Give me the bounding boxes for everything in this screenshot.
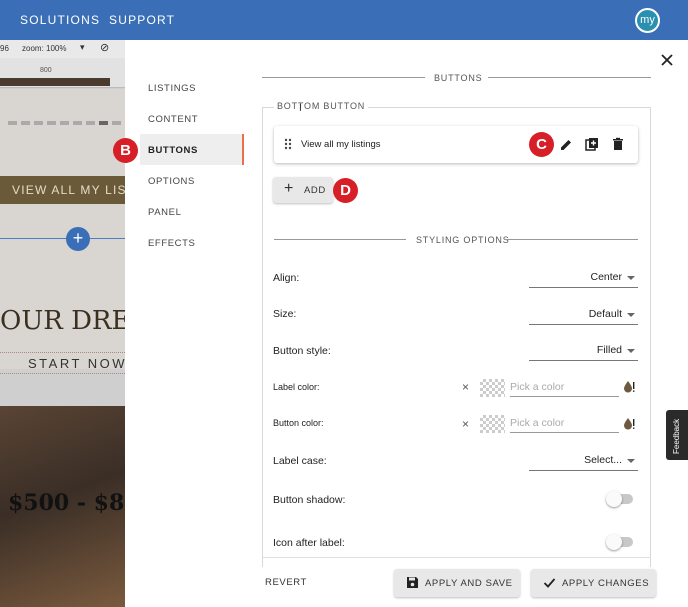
divider-line xyxy=(274,239,406,240)
button-shadow-label: Button shadow: xyxy=(273,494,346,506)
chevron-down-icon[interactable]: ▾ xyxy=(80,42,85,53)
apply-and-save-label: APPLY AND SAVE xyxy=(425,578,513,589)
add-button[interactable]: + ADD xyxy=(273,177,333,203)
apply-changes-label: APPLY CHANGES xyxy=(562,578,650,589)
section-title-styling-options: STYLING OPTIONS xyxy=(416,235,510,245)
delete-icon[interactable] xyxy=(611,137,625,151)
view-all-listings-bar: VIEW ALL MY LISTINGS xyxy=(0,176,125,204)
close-icon[interactable] xyxy=(659,52,675,68)
section-title-buttons: BUTTONS xyxy=(434,73,483,83)
icon-after-label-label: Icon after label: xyxy=(273,537,345,549)
button-color-input[interactable] xyxy=(510,413,619,433)
nav-item-effects[interactable]: EFFECTS xyxy=(140,227,244,258)
button-style-select[interactable]: Filled xyxy=(529,341,638,361)
callout-b: B xyxy=(113,138,138,163)
clear-icon[interactable]: × xyxy=(462,417,469,431)
button-style-label: Button style: xyxy=(273,345,331,357)
nav-item-buttons[interactable]: BUTTONS xyxy=(140,134,244,165)
apply-changes-button[interactable]: APPLY CHANGES xyxy=(531,569,656,597)
divider-line xyxy=(262,77,425,78)
feedback-label: Feedback xyxy=(672,418,681,454)
background-page-preview: 96 zoom: 100% ▾ ⊘ 800 VIEW ALL MY LISTIN… xyxy=(0,40,125,607)
section-divider-line xyxy=(0,238,125,239)
label-color-input[interactable] xyxy=(510,377,619,397)
price-range: $500 - $800 xyxy=(8,490,125,516)
button-color-swatch[interactable] xyxy=(480,415,505,433)
edit-icon[interactable] xyxy=(559,138,573,152)
nav-support[interactable]: SUPPORT xyxy=(109,13,175,27)
divider-line xyxy=(488,77,651,78)
duplicate-icon[interactable] xyxy=(585,137,599,151)
button-shadow-toggle[interactable] xyxy=(606,491,634,507)
footer-divider xyxy=(262,557,651,558)
header-image-strip xyxy=(0,78,110,86)
user-avatar[interactable]: my xyxy=(635,8,660,33)
no-grid-icon[interactable]: ⊘ xyxy=(100,41,109,54)
apply-and-save-button[interactable]: APPLY AND SAVE xyxy=(394,569,520,597)
nav-item-listings[interactable]: LISTINGS xyxy=(140,72,244,103)
caret-down-icon xyxy=(627,276,635,280)
zoom-level[interactable]: zoom: 100% xyxy=(22,44,66,53)
toggle-knob xyxy=(606,534,622,550)
nav-item-panel[interactable]: PANEL xyxy=(140,196,244,227)
nav-item-options[interactable]: OPTIONS xyxy=(140,165,244,196)
drag-handle-icon[interactable] xyxy=(284,138,292,150)
clear-icon[interactable]: × xyxy=(462,380,469,394)
slider-indicator-dashes xyxy=(8,112,125,130)
label-case-value: Select... xyxy=(584,454,622,466)
editor-ruler: 800 xyxy=(0,58,125,88)
revert-button[interactable]: REVERT xyxy=(265,577,307,588)
label-case-select[interactable]: Select... xyxy=(529,451,638,471)
caret-down-icon xyxy=(627,349,635,353)
label-case-label: Label case: xyxy=(273,455,327,467)
feedback-tab[interactable]: Feedback xyxy=(666,410,688,460)
ruler-number: 800 xyxy=(40,67,52,74)
button-item-label: View all my listings xyxy=(301,139,381,150)
text-cursor-icon: I xyxy=(299,103,302,114)
plus-icon: + xyxy=(284,180,294,197)
caret-down-icon xyxy=(627,313,635,317)
icon-after-label-toggle[interactable] xyxy=(606,534,634,550)
toggle-knob xyxy=(606,491,622,507)
size-label: Size: xyxy=(273,308,297,320)
group-label-bottom-button: BOTTOM BUTTON xyxy=(274,101,369,111)
start-now-button: START NOW xyxy=(0,352,125,374)
button-style-value: Filled xyxy=(596,344,622,356)
add-section-icon[interactable]: + xyxy=(66,227,90,251)
size-select[interactable]: Default xyxy=(529,305,638,325)
label-color-label: Label color: xyxy=(273,382,320,392)
button-color-label: Button color: xyxy=(273,418,324,428)
page-headline: OUR DREAM xyxy=(0,306,125,336)
toolbar-value: 96 xyxy=(0,44,9,53)
align-label: Align: xyxy=(273,272,300,284)
size-value: Default xyxy=(588,308,622,320)
dropper-icon[interactable] xyxy=(623,380,635,393)
editor-toolbar: 96 zoom: 100% ▾ ⊘ xyxy=(0,40,125,58)
label-color-swatch[interactable] xyxy=(480,379,505,397)
save-icon xyxy=(407,577,418,588)
align-value: Center xyxy=(590,271,622,283)
nav-solutions[interactable]: SOLUTIONS xyxy=(20,13,100,27)
align-select[interactable]: Center xyxy=(529,268,638,288)
divider-line xyxy=(505,239,638,240)
nav-item-content[interactable]: CONTENT xyxy=(140,103,244,134)
callout-d: D xyxy=(333,178,358,203)
callout-c: C xyxy=(529,132,554,157)
check-icon xyxy=(543,578,556,588)
dropper-icon[interactable] xyxy=(623,417,635,430)
caret-down-icon xyxy=(627,459,635,463)
top-navigation-bar: SOLUTIONS SUPPORT my xyxy=(0,0,688,40)
add-button-label: ADD xyxy=(304,185,326,196)
